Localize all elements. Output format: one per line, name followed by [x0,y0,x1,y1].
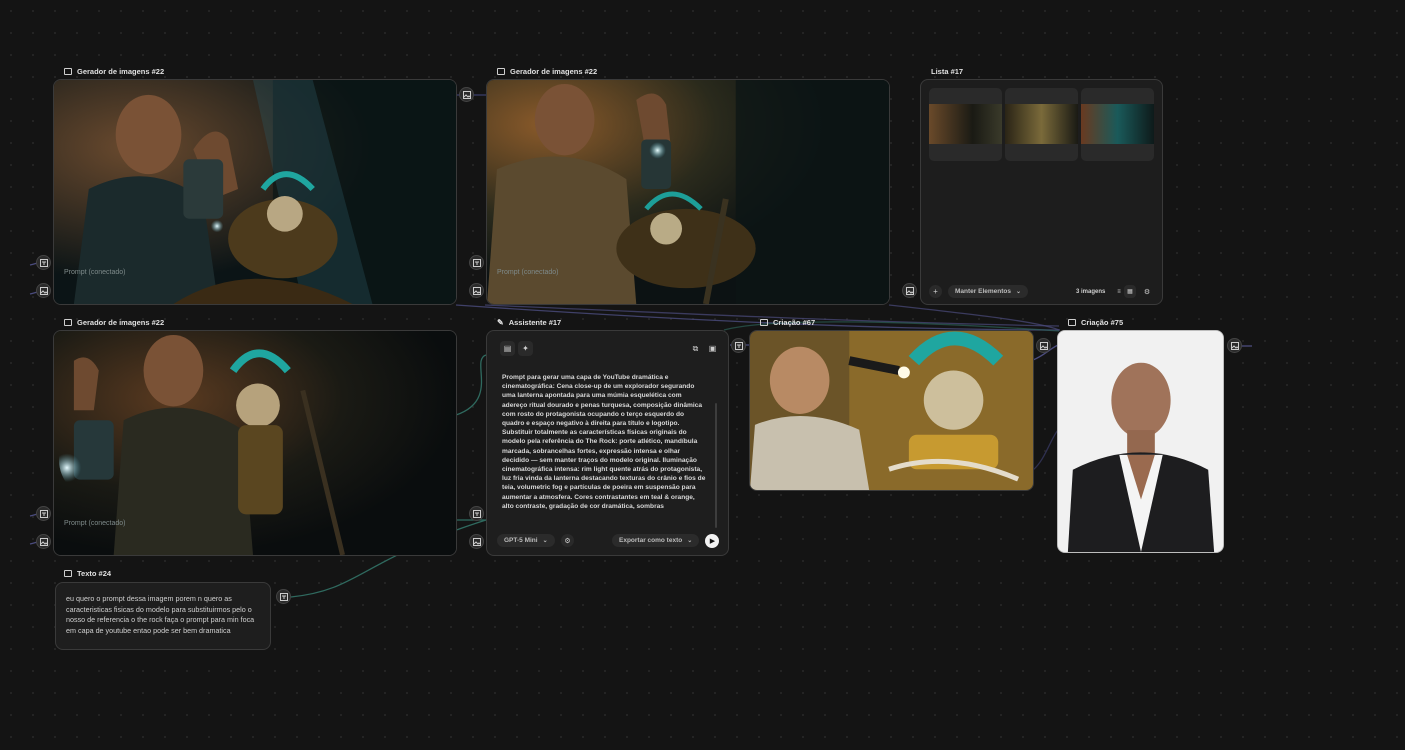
copy-icon[interactable]: ⧉ [688,341,703,356]
image-icon [39,537,48,546]
image-input-port[interactable] [469,283,484,298]
image-output-port[interactable] [459,87,474,102]
scrollbar[interactable] [715,403,717,528]
image-icon [64,319,72,326]
text-output-port[interactable] [731,338,746,353]
image-icon [64,68,72,75]
image-icon [39,286,48,295]
creation-image-67 [750,331,1033,490]
image-icon [472,286,481,295]
keep-elements-dropdown[interactable]: Manter Elementos ⌄ [948,285,1029,298]
export-as-text-dropdown[interactable]: Exportar como texto ⌄ [612,534,700,547]
thumbnail-image [1005,104,1078,144]
list-thumbnail[interactable] [1005,88,1078,161]
list-thumbnail[interactable] [1081,88,1154,161]
text-icon [279,592,288,601]
prompt-input-port[interactable] [36,506,51,521]
assistant-text-area[interactable]: Prompt para gerar uma capa de YouTube dr… [502,373,708,525]
grid-view-icon[interactable]: ▦ [1124,285,1136,298]
list-thumbnail[interactable] [929,88,1002,161]
creation-image-75 [1058,331,1223,552]
text-node-content: eu quero o prompt dessa imagem porem n q… [66,594,255,635]
text-mode-icon[interactable]: ▤ [500,341,515,356]
image-count: 3 imagens [1076,289,1106,295]
image-icon [472,537,481,546]
image-input-port[interactable] [36,534,51,549]
list-title: Lista #17 [931,67,964,76]
image-generator-node-1[interactable]: Prompt (conectado) [53,79,457,305]
creation-node-67[interactable] [749,330,1034,491]
gen1-title: Gerador de imagens #22 [64,67,164,76]
sparkle-icon[interactable]: ✦ [518,341,533,356]
plus-icon: + [933,287,938,296]
image-icon [1230,341,1239,350]
image-input-port[interactable] [469,534,484,549]
text-icon [472,509,481,518]
text24-title: Texto #24 [64,569,111,578]
image-output-port[interactable] [1036,338,1051,353]
add-button[interactable]: + [929,285,942,298]
image-input-port[interactable] [36,283,51,298]
gen2-title: Gerador de imagens #22 [497,67,597,76]
text-icon [39,258,48,267]
prompt-connected-label: Prompt (conectado) [497,269,559,276]
text-icon [64,570,72,577]
text-node[interactable]: eu quero o prompt dessa imagem porem n q… [55,582,271,650]
prompt-input-port[interactable] [36,255,51,270]
image-generator-node-3[interactable]: Prompt (conectado) [53,330,457,556]
assistant-title: ✎ Assistente #17 [497,318,562,327]
thumbnail-image [929,104,1002,144]
thumbnail-image [1081,104,1154,144]
chevron-down-icon: ⌄ [542,538,548,544]
chevron-down-icon: ⌄ [1016,289,1022,295]
run-button[interactable]: ▶ [705,534,719,548]
pencil-icon: ✎ [497,318,504,327]
image-icon [1068,319,1076,326]
settings-icon[interactable]: ⚙ [1141,285,1153,298]
prompt-input-port[interactable] [469,506,484,521]
image-icon [497,68,505,75]
image-icon [1039,341,1048,350]
text-output-port[interactable] [276,589,291,604]
image-icon [760,319,768,326]
list-node[interactable]: + Manter Elementos ⌄ 3 imagens ≡ ▦ ⚙ [920,79,1163,305]
prompt-connected-label: Prompt (conectado) [64,520,126,527]
chevron-down-icon: ⌄ [687,538,693,544]
image-icon [462,90,471,99]
text-icon [734,341,743,350]
creation75-title: Criação #75 [1068,318,1123,327]
image-icon [905,286,914,295]
assistant-node[interactable]: ▤ ✦ ⧉ ▣ Prompt para gerar uma capa de Yo… [486,330,729,556]
text-icon [39,509,48,518]
image-output-port[interactable] [1227,338,1242,353]
save-icon[interactable]: ▣ [705,341,720,356]
model-selector[interactable]: GPT-5 Mini ⌄ [497,534,555,547]
image-generator-node-2[interactable]: Prompt (conectado) [486,79,890,305]
assistant-response-text: Prompt para gerar uma capa de YouTube dr… [502,374,706,510]
creation67-title: Criação #67 [760,318,815,327]
text-icon [472,258,481,267]
image-output-port[interactable] [902,283,917,298]
creation-node-75[interactable] [1057,330,1224,553]
play-icon: ▶ [709,538,716,545]
prompt-input-port[interactable] [469,255,484,270]
settings-icon[interactable]: ⚙ [561,534,574,547]
prompt-connected-label: Prompt (conectado) [64,269,126,276]
gen3-title: Gerador de imagens #22 [64,318,164,327]
